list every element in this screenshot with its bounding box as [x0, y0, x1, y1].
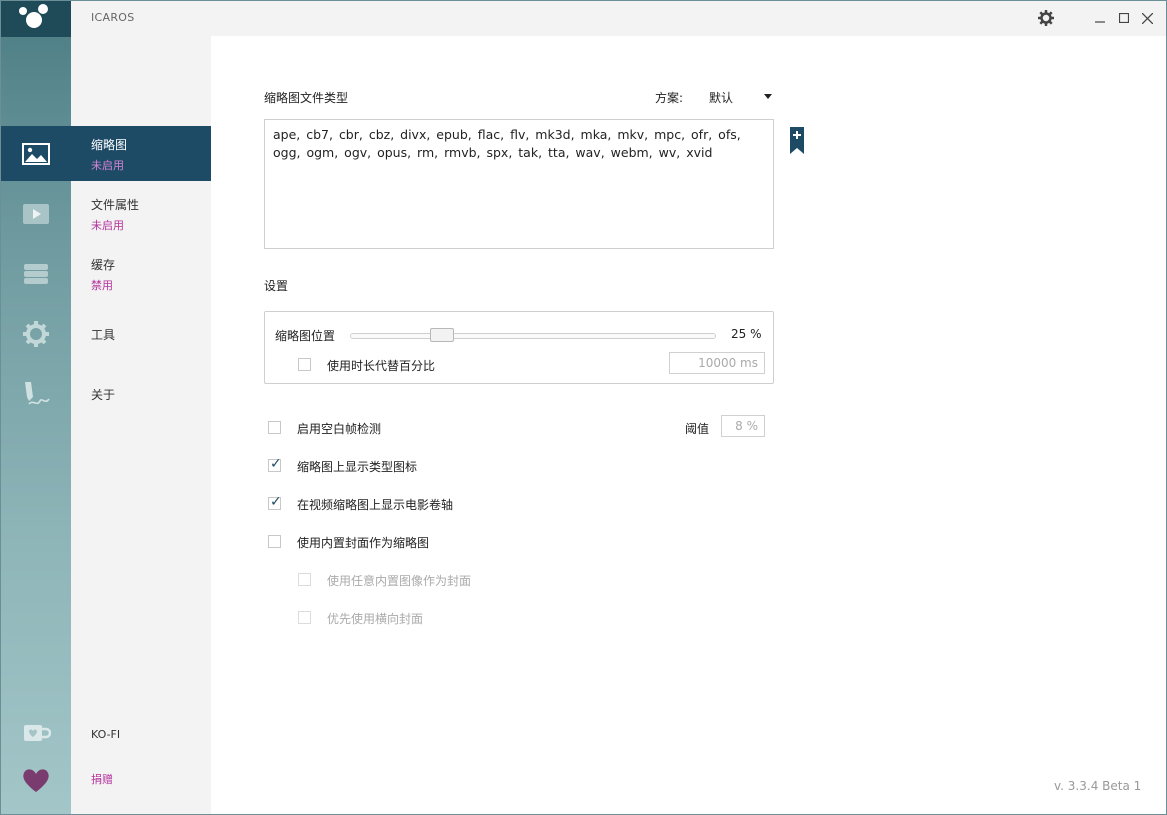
nav-item-label: 工具: [91, 328, 116, 342]
nav-item-cache[interactable]: 缓存 禁用: [71, 246, 211, 301]
app-logo-icon: [19, 4, 48, 28]
nav-item-status: 禁用: [91, 279, 113, 292]
title-bar: [71, 1, 1166, 36]
prefer-landscape-checkbox[interactable]: [298, 611, 311, 624]
nav-item-label: 文件属性: [91, 198, 140, 212]
blank-frame-label: 启用空白帧检测: [297, 422, 382, 436]
gear-icon: [1038, 10, 1054, 26]
blank-frame-checkbox[interactable]: [268, 421, 281, 434]
rail-database-icon-button[interactable]: [1, 246, 71, 301]
heart-icon: [23, 768, 49, 792]
show-type-icon-checkbox[interactable]: ✓: [268, 456, 282, 472]
nav-item-tools[interactable]: 工具: [71, 306, 211, 361]
settings-gear-button[interactable]: [1036, 8, 1056, 28]
nav-item-label: 缓存: [91, 258, 116, 272]
close-icon: [1141, 12, 1153, 24]
signature-icon: [25, 381, 50, 405]
preset-dropdown[interactable]: 默认: [709, 89, 775, 105]
version-label: v. 3.3.4 Beta 1: [1054, 779, 1142, 793]
use-cover-label: 使用内置封面作为缩略图: [297, 536, 430, 550]
prefer-landscape-label: 优先使用横向封面: [327, 612, 424, 626]
nav-item-about[interactable]: 关于: [71, 366, 211, 421]
thumb-position-slider[interactable]: [350, 333, 716, 339]
use-cover-checkbox[interactable]: [268, 535, 281, 548]
threshold-input[interactable]: 8 %: [721, 415, 765, 437]
nav-item-label: 缩略图: [91, 138, 128, 152]
image-icon: [22, 142, 50, 165]
filetypes-heading: 缩略图文件类型: [264, 91, 349, 105]
nav-item-file-properties[interactable]: 文件属性 未启用: [71, 186, 211, 241]
gear-icon: [23, 320, 49, 347]
use-duration-checkbox[interactable]: [298, 358, 311, 371]
rail-heart-icon-button[interactable]: [1, 752, 71, 807]
checkmark-icon: ✓: [270, 494, 282, 510]
use-duration-label: 使用时长代替百分比: [327, 359, 436, 373]
nav-item-status: 未启用: [91, 219, 124, 232]
rail-signature-icon-button[interactable]: [1, 366, 71, 421]
filetypes-textarea[interactable]: ape, cb7, cbr, cbz, divx, epub, flac, fl…: [264, 119, 774, 249]
nav-item-label: 捐赠: [91, 773, 113, 786]
duration-input[interactable]: 10000 ms: [669, 352, 765, 374]
nav-item-label: 关于: [91, 388, 116, 402]
close-button[interactable]: [1137, 8, 1157, 28]
app-logo-area: [1, 1, 71, 37]
icon-rail: [1, 1, 71, 814]
any-image-cover-checkbox[interactable]: [298, 573, 311, 586]
maximize-button[interactable]: [1114, 8, 1134, 28]
nav-item-status: 未启用: [91, 159, 124, 172]
rail-video-icon-button[interactable]: [1, 186, 71, 241]
preset-label: 方案:: [655, 91, 684, 105]
coffee-cup-icon: [24, 724, 51, 741]
add-bookmark-icon[interactable]: [790, 127, 804, 154]
show-filmstrip-checkbox[interactable]: ✓: [268, 494, 282, 510]
show-type-icon-label: 缩略图上显示类型图标: [297, 460, 418, 474]
thumb-position-value: 25 %: [731, 327, 762, 341]
thumb-position-slider-handle[interactable]: [430, 328, 454, 342]
caret-down-icon: [764, 94, 772, 99]
threshold-label: 阈值: [685, 422, 710, 436]
minimize-icon: [1095, 21, 1105, 23]
any-image-cover-label: 使用任意内置图像作为封面: [327, 574, 472, 588]
nav-item-thumbnails[interactable]: 缩略图 未启用: [71, 126, 211, 181]
app-title: ICAROS: [91, 11, 135, 24]
preset-value: 默认: [709, 91, 734, 105]
show-filmstrip-label: 在视频缩略图上显示电影卷轴: [297, 498, 454, 512]
nav-item-donate[interactable]: 捐赠: [71, 751, 211, 806]
maximize-icon: [1119, 13, 1129, 23]
minimize-button[interactable]: [1090, 8, 1110, 28]
rail-image-icon-button[interactable]: [1, 126, 71, 181]
database-icon: [24, 263, 48, 284]
nav-item-label: KO-FI: [91, 728, 121, 741]
video-icon: [23, 203, 49, 224]
checkmark-icon: ✓: [270, 456, 282, 472]
settings-heading: 设置: [264, 279, 289, 293]
thumb-position-label: 缩略图位置: [275, 329, 336, 343]
rail-gear-icon-button[interactable]: [1, 306, 71, 361]
